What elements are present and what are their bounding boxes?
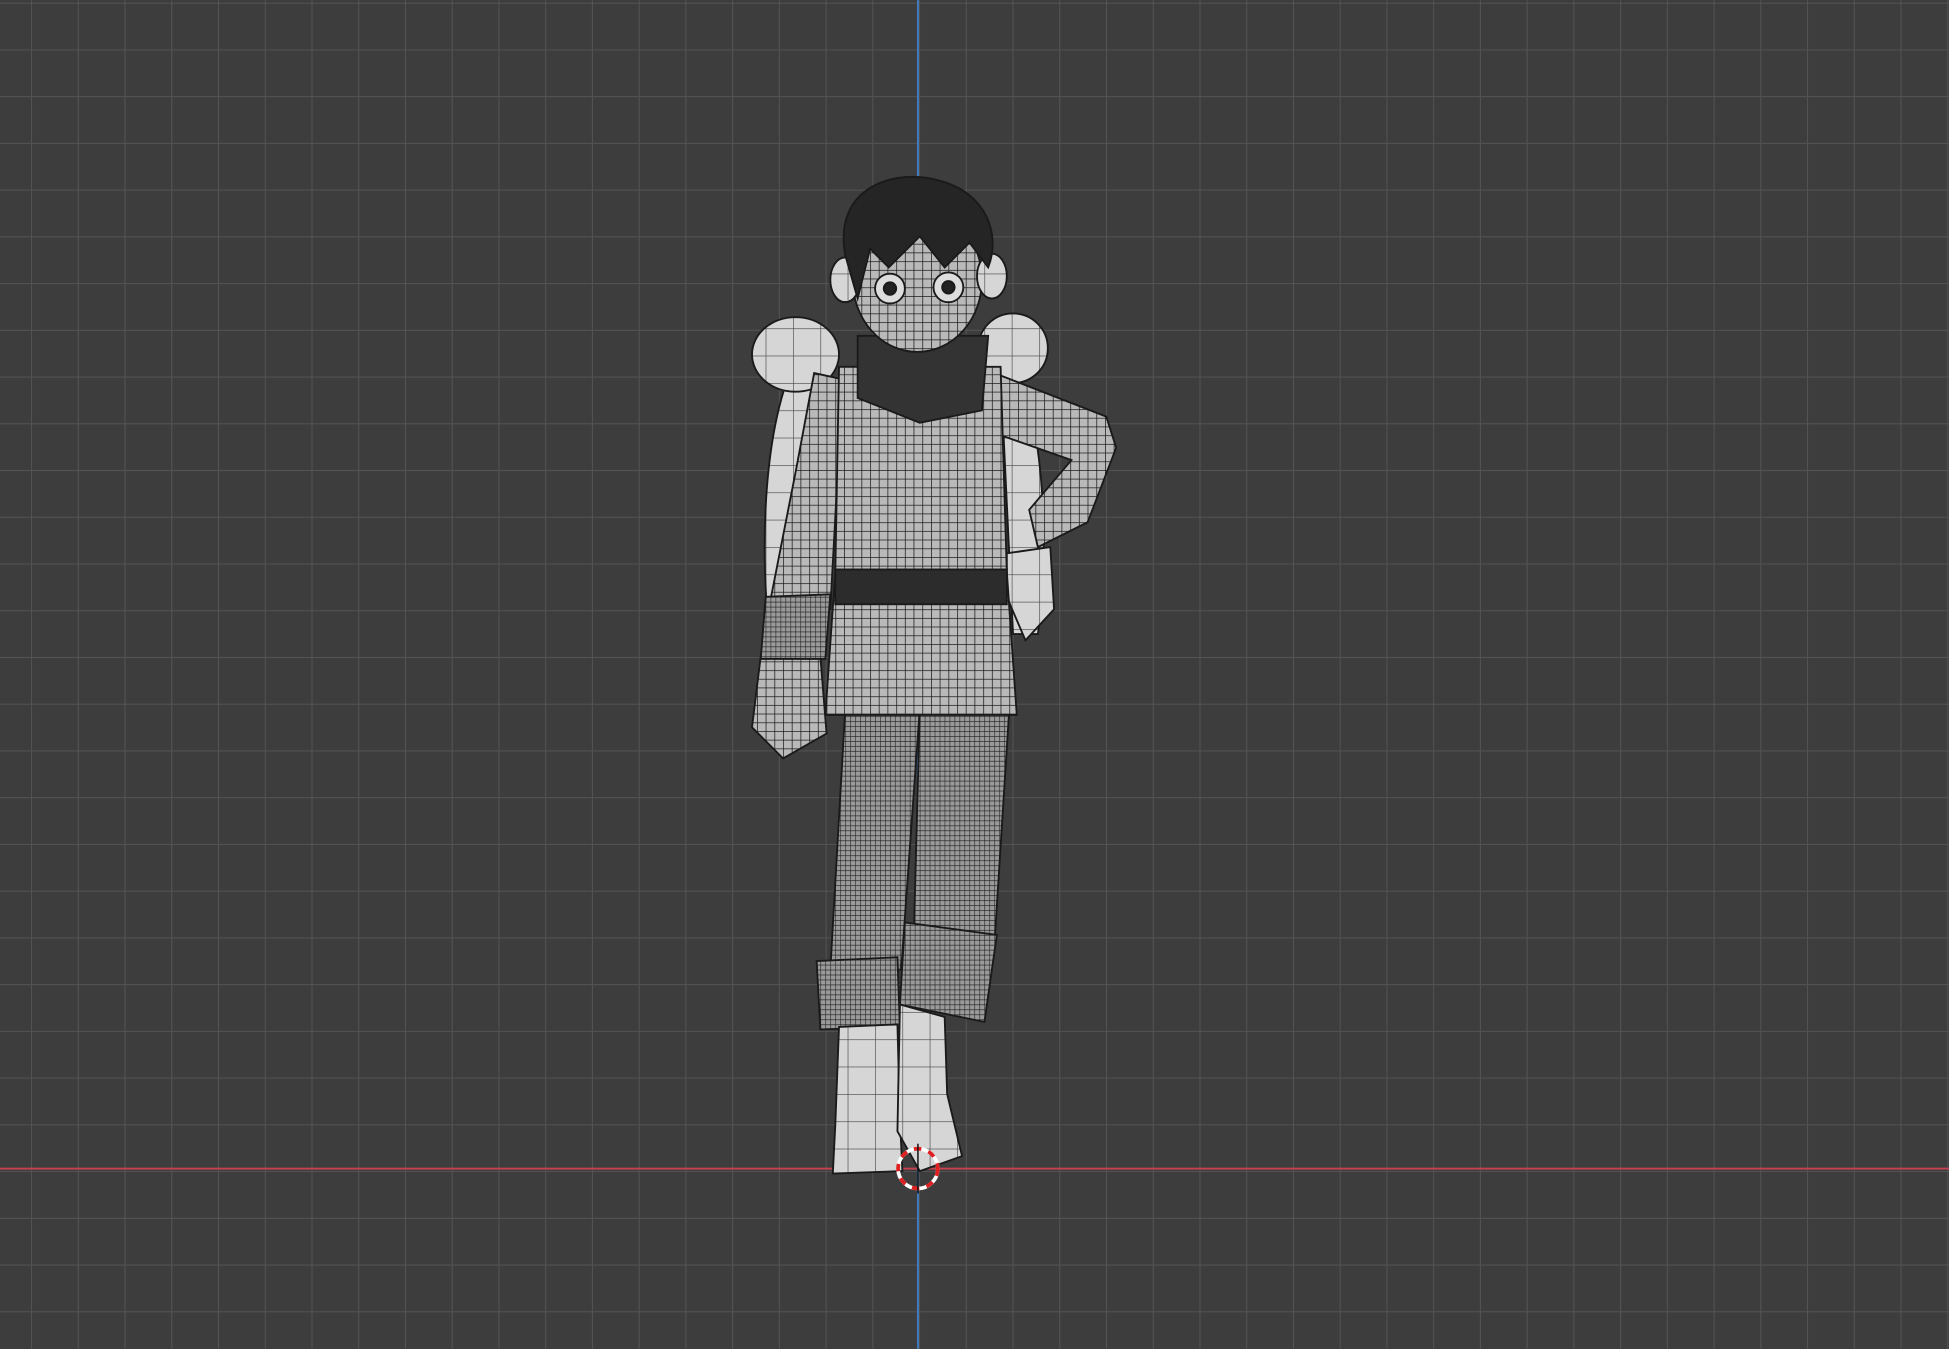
- left-boot: [831, 1023, 904, 1175]
- left-wrist-cuff: [759, 593, 832, 660]
- right-leg: [912, 707, 1011, 946]
- left-cuff: [815, 956, 901, 1031]
- right-ear: [976, 252, 1008, 300]
- 3d-viewport[interactable]: [0, 0, 1949, 1349]
- belt: [834, 568, 1008, 606]
- right-pupil: [941, 280, 956, 295]
- viewport-canvas[interactable]: [0, 0, 1949, 1349]
- right-cuff: [898, 921, 998, 1024]
- left-pupil: [882, 281, 898, 296]
